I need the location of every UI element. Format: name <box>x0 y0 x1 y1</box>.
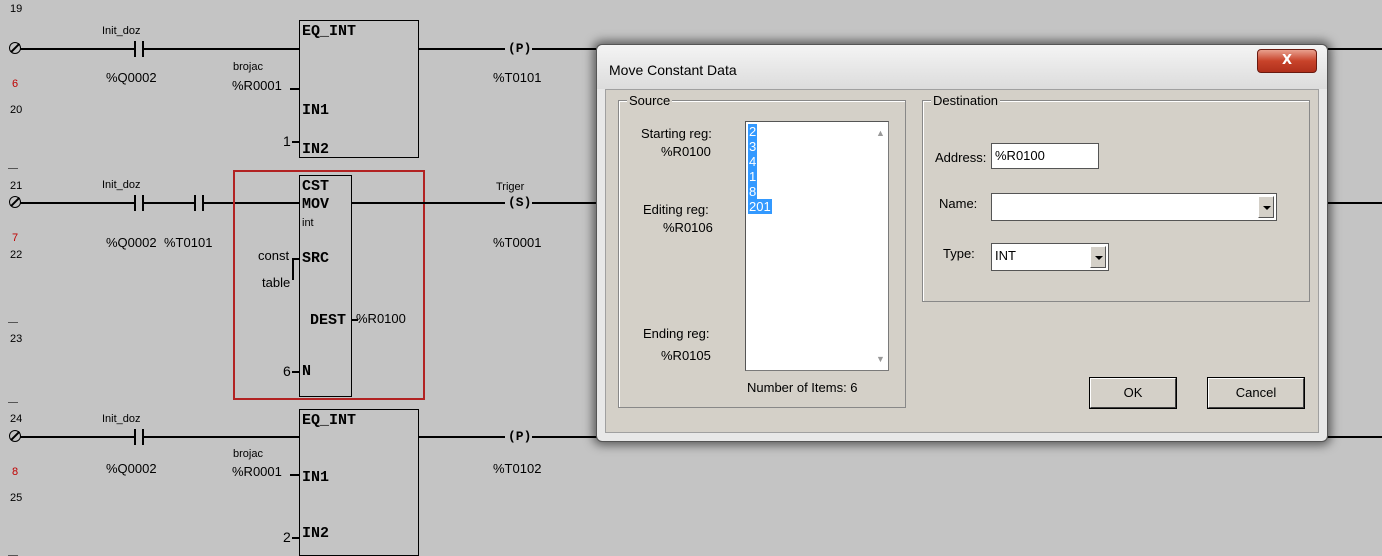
cst-mov-block[interactable]: CST MOV int SRC DEST N <box>299 175 352 397</box>
in1-pin: IN1 <box>302 102 330 119</box>
dialog-titlebar[interactable]: Move Constant Data X <box>597 45 1327 89</box>
in1-pin: IN1 <box>302 469 330 486</box>
rung-number: 8 <box>12 466 19 478</box>
contact-address: %Q0002 <box>106 235 157 250</box>
list-item[interactable]: 3 <box>748 139 758 154</box>
constants-listbox[interactable]: 2 3 4 1 8 201 ▲ ▼ <box>745 121 889 371</box>
line-number: 25 <box>10 492 23 504</box>
cancel-button[interactable]: Cancel <box>1207 377 1305 409</box>
ending-reg-label: Ending reg: <box>643 326 710 341</box>
name-combobox[interactable] <box>991 193 1277 221</box>
list-item[interactable]: 4 <box>748 154 758 169</box>
name-label: Name: <box>939 196 978 211</box>
line-number: 23 <box>10 333 23 345</box>
group-label: Source <box>627 93 673 108</box>
type-label: Type: <box>943 246 975 261</box>
contact-no-icon[interactable] <box>120 427 160 447</box>
line-number: 19 <box>10 3 23 15</box>
contact-no-icon[interactable] <box>180 193 220 213</box>
contact-address: %Q0002 <box>106 70 157 85</box>
listbox-scrollbar[interactable]: ▲ ▼ <box>872 122 888 370</box>
contact-address: %T0101 <box>164 235 213 250</box>
n-pin: N <box>302 363 312 380</box>
group-label: Destination <box>931 93 1001 108</box>
ending-reg-value: %R0105 <box>661 348 711 363</box>
type-select[interactable]: INT <box>991 243 1109 271</box>
scroll-up-icon[interactable]: ▲ <box>876 128 885 138</box>
source-group: Source Starting reg: %R0100 Editing reg:… <box>618 93 906 408</box>
in1-address: %R0001 <box>232 78 282 93</box>
editing-reg-label: Editing reg: <box>643 202 709 217</box>
type-value: INT <box>995 248 1016 263</box>
address-field[interactable]: %R0100 <box>991 143 1099 169</box>
dialog-body: Source Starting reg: %R0100 Editing reg:… <box>605 89 1319 433</box>
block-line1: CST <box>302 178 330 195</box>
scroll-down-icon[interactable]: ▼ <box>876 354 885 364</box>
list-item[interactable]: 2 <box>748 124 758 139</box>
list-item[interactable]: 201 <box>748 199 772 214</box>
line-number-gutter: 19 6 20 21 7 22 23 24 8 25 <box>0 0 48 556</box>
list-item[interactable]: 1 <box>748 169 758 184</box>
chevron-down-icon[interactable] <box>1258 196 1274 218</box>
starting-reg-value: %R0100 <box>661 144 711 159</box>
in2-constant: 1 <box>283 133 291 149</box>
block-name: EQ_INT <box>302 412 357 429</box>
contact-no-icon[interactable] <box>120 39 160 59</box>
coil-positive-icon[interactable]: (P) <box>508 429 531 444</box>
src-label: table <box>262 275 291 290</box>
rung-number: 7 <box>12 232 19 244</box>
move-constant-data-dialog: Move Constant Data X Source Starting reg… <box>596 44 1328 442</box>
chevron-down-icon[interactable] <box>1090 246 1106 268</box>
editing-reg-value: %R0106 <box>663 220 713 235</box>
ok-button[interactable]: OK <box>1089 377 1177 409</box>
block-line2: MOV <box>302 196 330 213</box>
dest-address: %R0100 <box>356 311 406 326</box>
contact-no-icon[interactable] <box>120 193 160 213</box>
block-type: int <box>302 217 314 229</box>
in2-pin: IN2 <box>302 141 330 158</box>
contact-address: %Q0002 <box>106 461 157 476</box>
starting-reg-label: Starting reg: <box>641 126 712 141</box>
coil-address: %T0101 <box>493 70 542 85</box>
line-number: 22 <box>10 249 23 261</box>
coil-address: %T0001 <box>493 235 542 250</box>
line-number: 24 <box>10 413 23 425</box>
var-name: brojac <box>233 61 263 73</box>
coil-positive-icon[interactable]: (P) <box>508 41 531 56</box>
contact-label: Init_doz <box>102 25 141 37</box>
item-count: Number of Items: 6 <box>747 380 858 395</box>
eq-int-block[interactable]: EQ_INT IN1 IN2 <box>299 20 419 158</box>
in2-pin: IN2 <box>302 525 330 542</box>
line-number: 20 <box>10 104 23 116</box>
destination-group: Destination Address: %R0100 Name: Type: … <box>922 93 1310 302</box>
block-name: EQ_INT <box>302 23 357 40</box>
coil-label: Triger <box>496 181 525 193</box>
var-name: brojac <box>233 448 263 460</box>
n-constant: 6 <box>283 363 291 379</box>
rung-number: 6 <box>12 78 19 90</box>
eq-int-block[interactable]: EQ_INT IN1 IN2 <box>299 409 419 556</box>
address-label: Address: <box>935 150 987 165</box>
contact-label: Init_doz <box>102 413 141 425</box>
coil-address: %T0102 <box>493 461 542 476</box>
contact-label: Init_doz <box>102 179 141 191</box>
src-label: const <box>258 248 290 263</box>
dialog-title: Move Constant Data <box>609 62 737 78</box>
in2-constant: 2 <box>283 529 291 545</box>
list-item[interactable]: 8 <box>748 184 758 199</box>
line-number: 21 <box>10 180 23 192</box>
src-pin: SRC <box>302 250 330 267</box>
close-button[interactable]: X <box>1257 49 1317 73</box>
coil-set-icon[interactable]: (S) <box>508 195 531 210</box>
in1-address: %R0001 <box>232 464 282 479</box>
dest-pin: DEST <box>310 312 347 329</box>
